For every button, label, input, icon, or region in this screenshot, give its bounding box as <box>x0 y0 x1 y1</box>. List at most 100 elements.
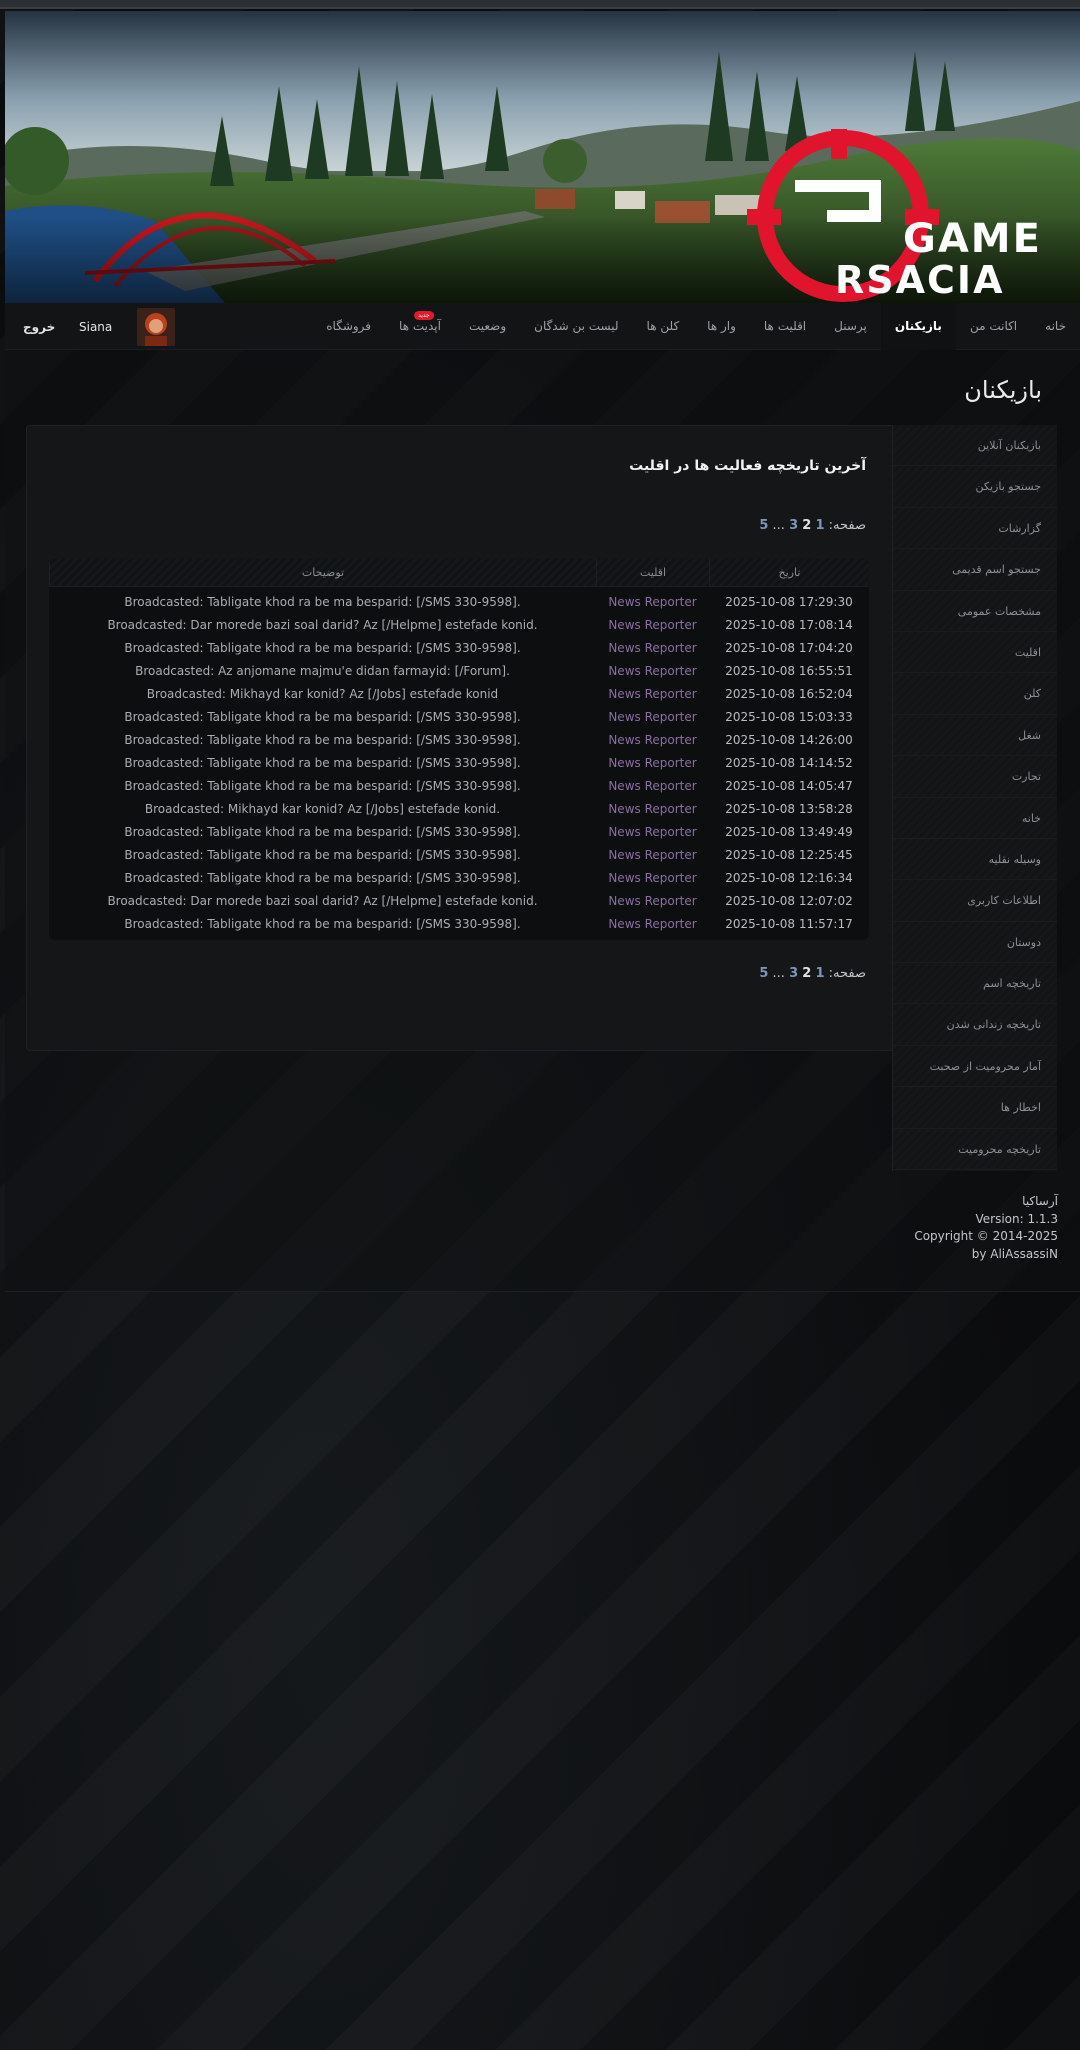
header-date[interactable]: تاریخ <box>709 559 869 586</box>
cell-description: Broadcasted: Tabligate khod ra be ma bes… <box>124 779 521 793</box>
cell-date: 2025-10-08 14:05:47 <box>725 779 853 793</box>
header-faction[interactable]: اقلیت <box>596 559 709 586</box>
sidebar-item-11[interactable]: اطلاعات کاربری <box>893 880 1057 922</box>
table-row: 2025-10-08 17:04:20 News Reporter Broadcas… <box>49 637 869 660</box>
table-row: 2025-10-08 14:05:47 News Reporter Broadcas… <box>49 775 869 798</box>
panel-title: آخرین تاریخچه فعالیت ها در اقلیت <box>629 458 866 474</box>
sidebar-item-8[interactable]: تجارت <box>893 756 1057 798</box>
table-row: 2025-10-08 16:52:04 News Reporter Broadcas… <box>49 683 869 706</box>
nav-item-6[interactable]: کلن ها <box>633 303 694 350</box>
cell-faction-link[interactable]: News Reporter <box>596 890 709 913</box>
nav-item-label: وار ها <box>707 319 736 333</box>
cell-faction-link[interactable]: News Reporter <box>596 660 709 683</box>
sidebar-item-17[interactable]: تاریخچه محرومیت <box>893 1128 1057 1171</box>
sidebar-item-10[interactable]: وسیله نقلیه <box>893 838 1057 881</box>
nav-item-4[interactable]: اقلیت ها <box>750 303 820 350</box>
sidebar-item-4[interactable]: مشخصات عمومی <box>893 590 1057 632</box>
sidebar-item-15[interactable]: آمار محرومیت از صحبت <box>893 1045 1057 1088</box>
cell-description: Broadcasted: Mikhayd kar konid? Az [/Job… <box>146 687 499 701</box>
logout-link[interactable]: خروج <box>5 320 69 334</box>
nav-item-label: پرسنل <box>834 319 867 333</box>
nav-item-10[interactable]: فروشگاه <box>312 303 385 350</box>
page-link[interactable]: 5 <box>759 966 768 981</box>
page-link[interactable]: 1 <box>815 966 824 981</box>
sidebar-item-12[interactable]: دوستان <box>893 921 1057 964</box>
cell-description: Broadcasted: Az anjomane majmu'e didan f… <box>135 664 510 678</box>
nav-item-label: اکانت من <box>969 319 1018 333</box>
page-link[interactable]: 1 <box>815 518 824 533</box>
nav-item-label: اقلیت ها <box>763 319 807 333</box>
sidebar-item-14[interactable]: تاریخچه زندانی شدن <box>893 1004 1057 1046</box>
cell-faction-link[interactable]: News Reporter <box>596 591 709 614</box>
cell-faction-link[interactable]: News Reporter <box>596 844 709 867</box>
new-badge: جدید <box>414 311 434 320</box>
nav-item-3[interactable]: پرسنل <box>820 303 881 350</box>
avatar-icon <box>137 307 175 346</box>
table-row: 2025-10-08 12:07:02 News Reporter Broadcas… <box>49 890 869 913</box>
cell-faction-link[interactable]: News Reporter <box>596 867 709 890</box>
cell-faction-link[interactable]: News Reporter <box>596 798 709 821</box>
table-body: 2025-10-08 17:29:30 News Reporter Broadcas… <box>49 587 869 936</box>
page-link[interactable]: 3 <box>789 518 798 533</box>
cell-date: 2025-10-08 17:04:20 <box>725 641 853 655</box>
sidebar-item-6[interactable]: کلن <box>893 673 1057 715</box>
page-link[interactable]: 2 <box>802 518 811 533</box>
cell-faction-link[interactable]: News Reporter <box>596 683 709 706</box>
sidebar-item-7[interactable]: شغل <box>893 714 1057 757</box>
sidebar-item-2[interactable]: گزارشات <box>893 507 1057 550</box>
sidebar-item-0[interactable]: بازیکنان آنلاین <box>893 425 1057 467</box>
table-row: 2025-10-08 15:03:33 News Reporter Broadcas… <box>49 706 869 729</box>
nav-item-0[interactable]: خانه <box>1031 303 1080 350</box>
cell-faction-link[interactable]: News Reporter <box>596 913 709 936</box>
nav-item-label: فروشگاه <box>326 319 372 333</box>
nav-item-9[interactable]: آپدیت ها جدید <box>385 303 455 350</box>
header-description[interactable]: توضیحات <box>49 559 596 586</box>
sidebar-item-3[interactable]: جستجو اسم قدیمی <box>893 549 1057 591</box>
sidebar-item-1[interactable]: جستجو بازیکن <box>893 466 1057 508</box>
cell-date: 2025-10-08 16:52:04 <box>725 687 853 701</box>
cell-date: 2025-10-08 14:26:00 <box>725 733 853 747</box>
pagination-top: صفحه: 1 2 3 ... 5 <box>759 518 866 533</box>
nav-item-label: خانه <box>1045 319 1066 333</box>
table-header: تاریخ اقلیت توضیحات <box>49 559 869 587</box>
nav-item-5[interactable]: وار ها <box>693 303 750 350</box>
cell-faction-link[interactable]: News Reporter <box>596 752 709 775</box>
cell-description: Broadcasted: Dar morede bazi soal darid?… <box>107 894 538 908</box>
user-avatar[interactable] <box>137 307 175 346</box>
pagination-label: صفحه: <box>828 966 866 981</box>
page-link[interactable]: 2 <box>802 966 811 981</box>
faction-history-table: تاریخ اقلیت توضیحات 2025-10-08 17:29:30 N… <box>49 559 869 940</box>
cell-faction-link[interactable]: News Reporter <box>596 729 709 752</box>
nav-item-7[interactable]: لیست بن شدگان <box>520 303 632 350</box>
nav-item-1[interactable]: اکانت من <box>956 303 1031 350</box>
cell-description: Broadcasted: Tabligate khod ra be ma bes… <box>124 710 521 724</box>
table-row: 2025-10-08 16:55:51 News Reporter Broadcas… <box>49 660 869 683</box>
cell-date: 2025-10-08 13:49:49 <box>725 825 853 839</box>
top-bar <box>0 0 1080 9</box>
nav-item-2[interactable]: بازیکنان <box>880 303 956 350</box>
nav-item-label: آپدیت ها <box>399 319 441 333</box>
sidebar-item-5[interactable]: اقلیت <box>893 631 1057 674</box>
table-row: 2025-10-08 13:49:49 News Reporter Broadcas… <box>49 821 869 844</box>
cell-faction-link[interactable]: News Reporter <box>596 614 709 637</box>
sidebar-item-16[interactable]: اخطار ها <box>893 1087 1057 1129</box>
table-row: 2025-10-08 13:58:28 News Reporter Broadcas… <box>49 798 869 821</box>
table-row: 2025-10-08 14:26:00 News Reporter Broadcas… <box>49 729 869 752</box>
cell-date: 2025-10-08 13:58:28 <box>725 802 853 816</box>
logo-text-line1: GAME <box>903 216 1042 262</box>
cell-faction-link[interactable]: News Reporter <box>596 637 709 660</box>
sidebar-item-9[interactable]: خانه <box>893 797 1057 839</box>
page-link[interactable]: 5 <box>759 518 768 533</box>
cell-faction-link[interactable]: News Reporter <box>596 821 709 844</box>
cell-description: Broadcasted: Tabligate khod ra be ma bes… <box>124 756 521 770</box>
cell-date: 2025-10-08 12:25:45 <box>725 848 853 862</box>
nav-item-8[interactable]: وضعیت <box>455 303 520 350</box>
cell-description: Broadcasted: Tabligate khod ra be ma bes… <box>124 641 521 655</box>
sidebar-item-13[interactable]: تاریخچه اسم <box>893 963 1057 1005</box>
cell-faction-link[interactable]: News Reporter <box>596 775 709 798</box>
page-link[interactable]: 3 <box>789 966 798 981</box>
username[interactable]: Siana <box>69 320 119 334</box>
cell-faction-link[interactable]: News Reporter <box>596 706 709 729</box>
cell-description: Broadcasted: Tabligate khod ra be ma bes… <box>124 733 521 747</box>
cell-date: 2025-10-08 12:16:34 <box>725 871 853 885</box>
